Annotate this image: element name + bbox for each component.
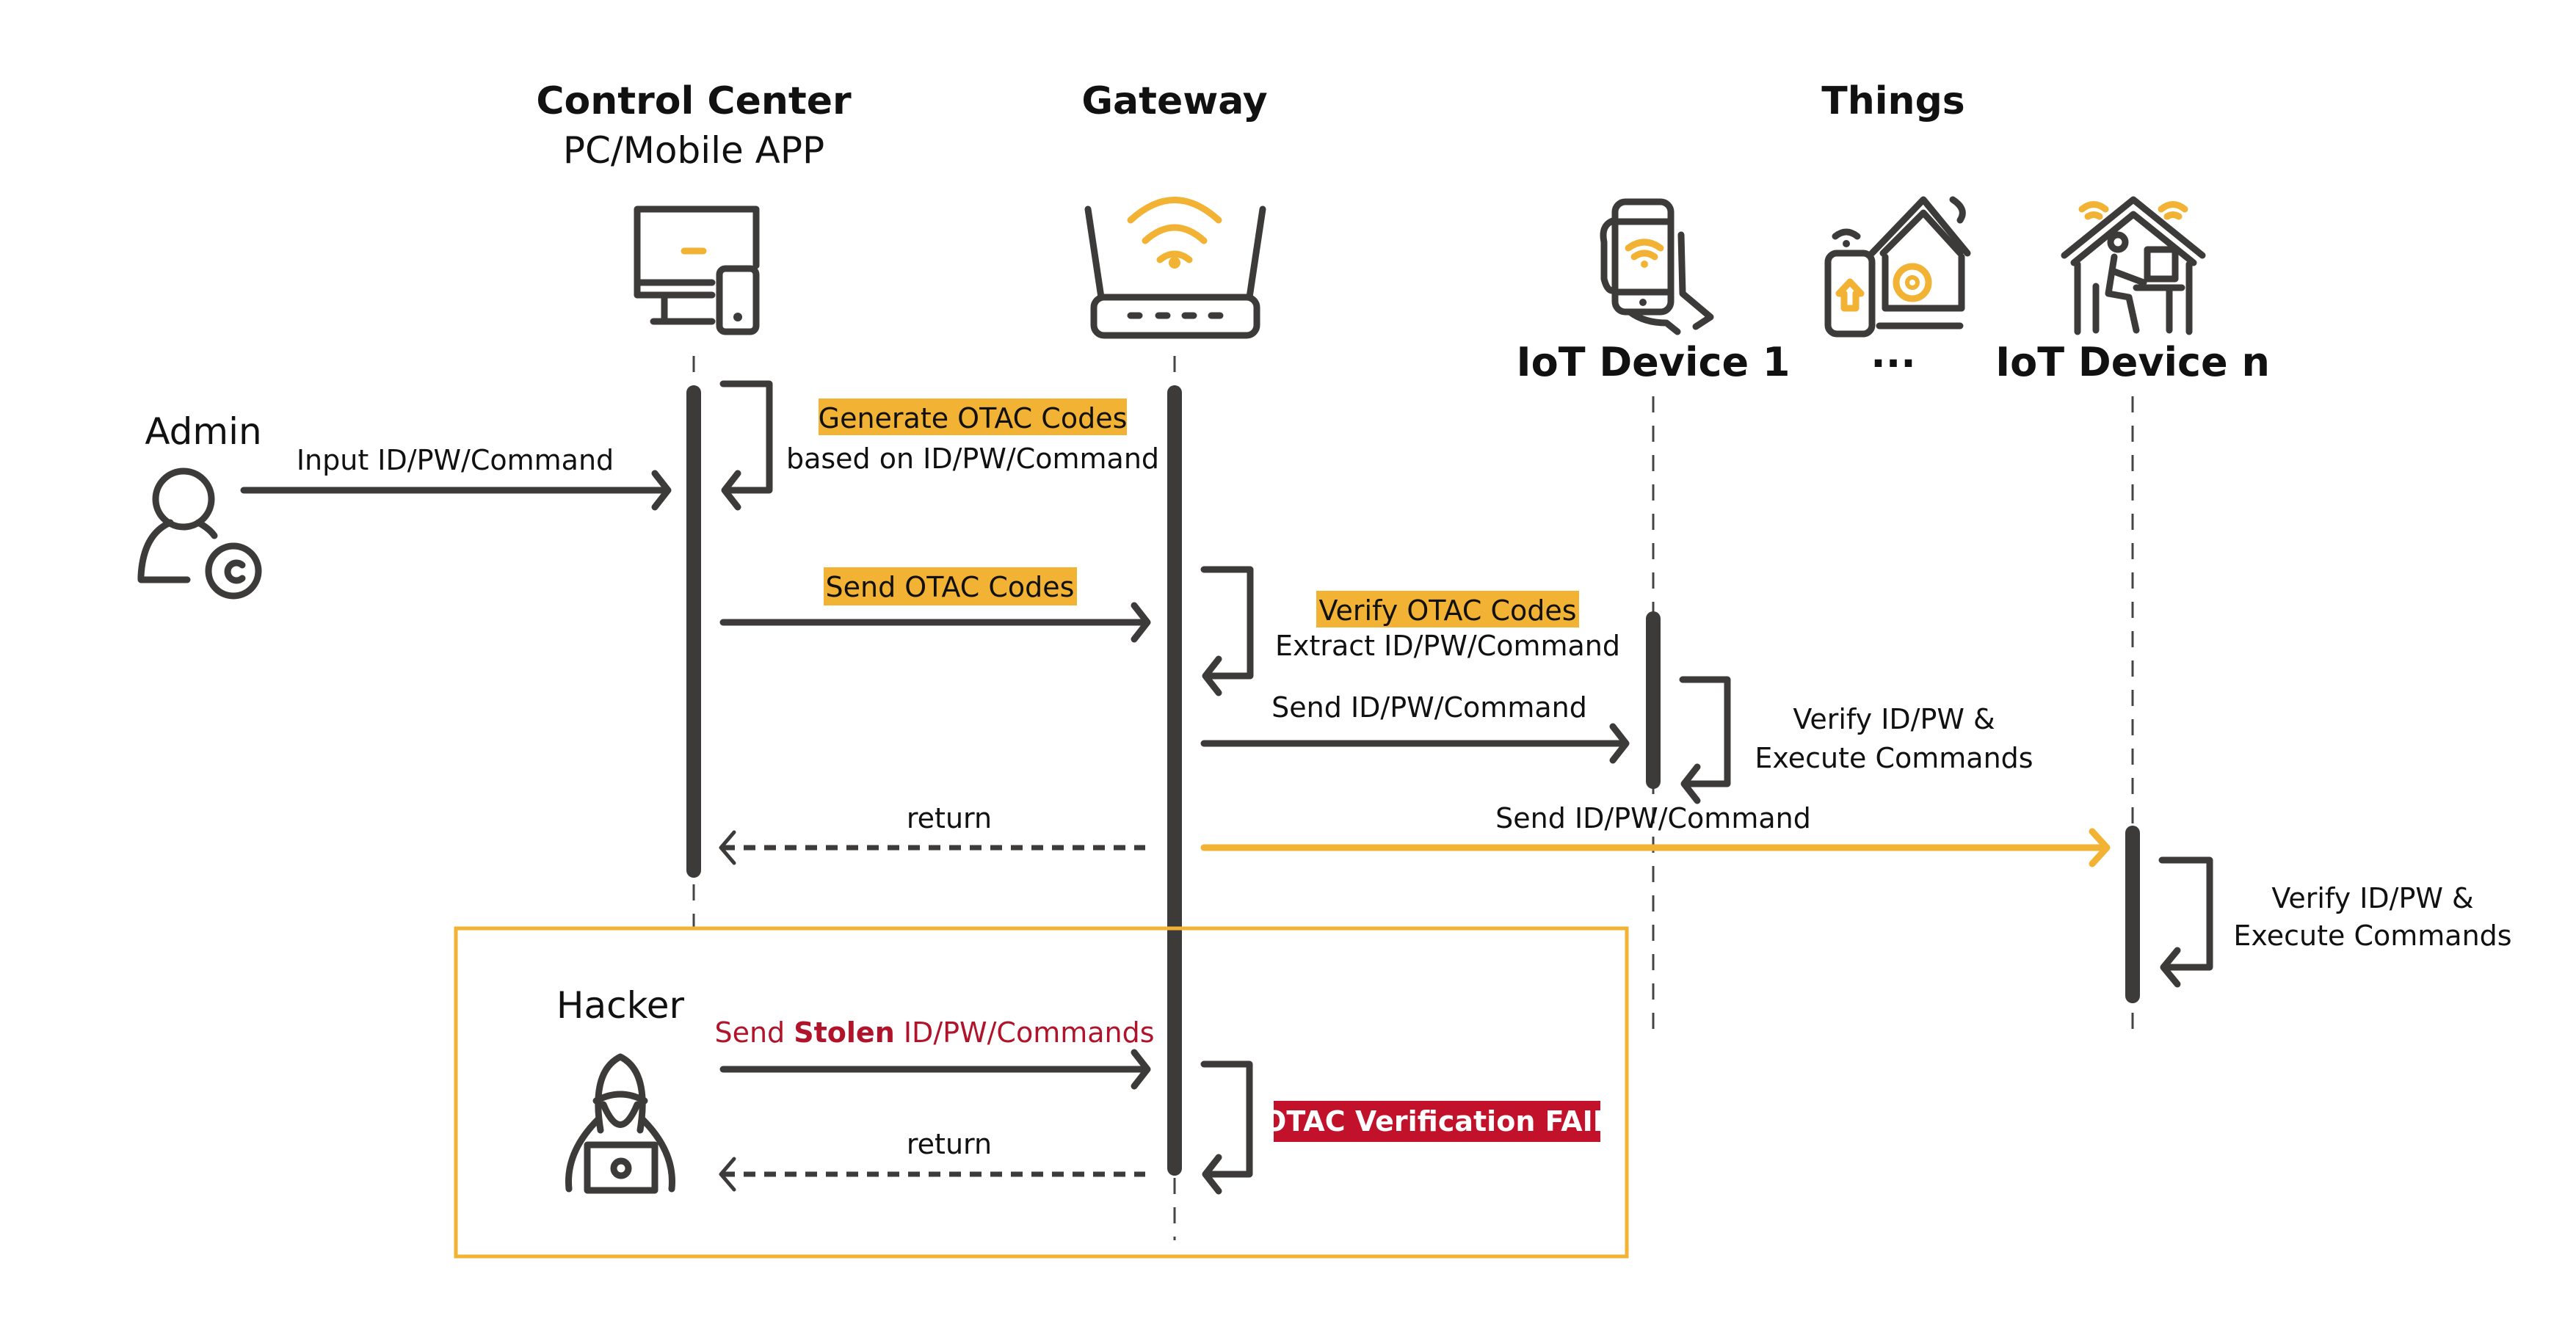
return-hacker-arrow <box>719 1157 1145 1192</box>
admin-label: Admin <box>145 410 261 453</box>
devicen-verify-line2: Execute Commands <box>2233 920 2511 952</box>
send-otac-label: Send OTAC Codes <box>826 571 1075 603</box>
send-to-devicen-arrow <box>1200 828 2111 867</box>
send-to-device1-label: Send ID/PW/Command <box>1271 691 1587 724</box>
house-person-laptop-icon <box>2061 196 2206 335</box>
hacker-send-suffix: ID/PW/Commands <box>895 1016 1155 1049</box>
verify-otac-label: Verify OTAC Codes <box>1318 594 1576 627</box>
send-to-device1-arrow <box>1200 723 1630 764</box>
input-message-arrow <box>240 470 672 511</box>
gateway-title: Gateway <box>1081 79 1267 123</box>
fail-self-arrow <box>1200 1060 1253 1195</box>
iot-device-1-label: IoT Device 1 <box>1517 339 1790 385</box>
hacker-send-label: Send Stolen ID/PW/Commands <box>714 1016 1154 1049</box>
hacker-label: Hacker <box>556 984 685 1027</box>
send-otac-arrow <box>719 602 1151 643</box>
smart-home-phone-icon <box>1824 196 1971 338</box>
device1-verify-line2: Execute Commands <box>1755 742 2033 774</box>
devices-ellipsis: ... <box>1871 330 1916 376</box>
iot-device-n-label: IoT Device n <box>1995 339 2270 385</box>
return-cc-label: return <box>907 802 992 834</box>
device1-verify-line1: Verify ID/PW & <box>1793 703 1995 735</box>
return-cc-arrow <box>719 830 1145 865</box>
fail-label: OTAC Verification FAIL <box>1263 1105 1611 1138</box>
extract-label: Extract ID/PW/Command <box>1275 630 1620 662</box>
control-center-title: Control Center <box>536 79 852 123</box>
devicen-self-arrow <box>2158 856 2213 988</box>
control-center-subtitle: PC/Mobile APP <box>563 129 824 172</box>
hand-holding-phone-icon <box>1600 198 1714 335</box>
hacker-send-arrow <box>719 1049 1151 1090</box>
verify-otac-self-arrow <box>1200 566 1254 696</box>
sequence-diagram: Control Center PC/Mobile APP Gateway Thi… <box>137 79 2512 1259</box>
wifi-router-icon <box>1084 197 1266 339</box>
hacker-send-stolen: Stolen <box>794 1016 895 1049</box>
devicen-verify-line1: Verify ID/PW & <box>2271 882 2473 914</box>
generate-self-arrow <box>719 380 773 511</box>
generate-sub-label: based on ID/PW/Command <box>786 443 1159 475</box>
input-message-label: Input ID/PW/Command <box>297 444 614 476</box>
things-title: Things <box>1821 79 1965 123</box>
send-to-devicen-label: Send ID/PW/Command <box>1495 802 1811 834</box>
hooded-hacker-laptop-icon <box>565 1053 675 1194</box>
hacker-send-prefix: Send <box>714 1016 794 1049</box>
generate-highlight-label: Generate OTAC Codes <box>819 402 1128 434</box>
desktop-and-phone-icon <box>634 205 760 335</box>
device1-self-arrow <box>1679 676 1731 804</box>
return-hacker-label: return <box>907 1128 992 1160</box>
